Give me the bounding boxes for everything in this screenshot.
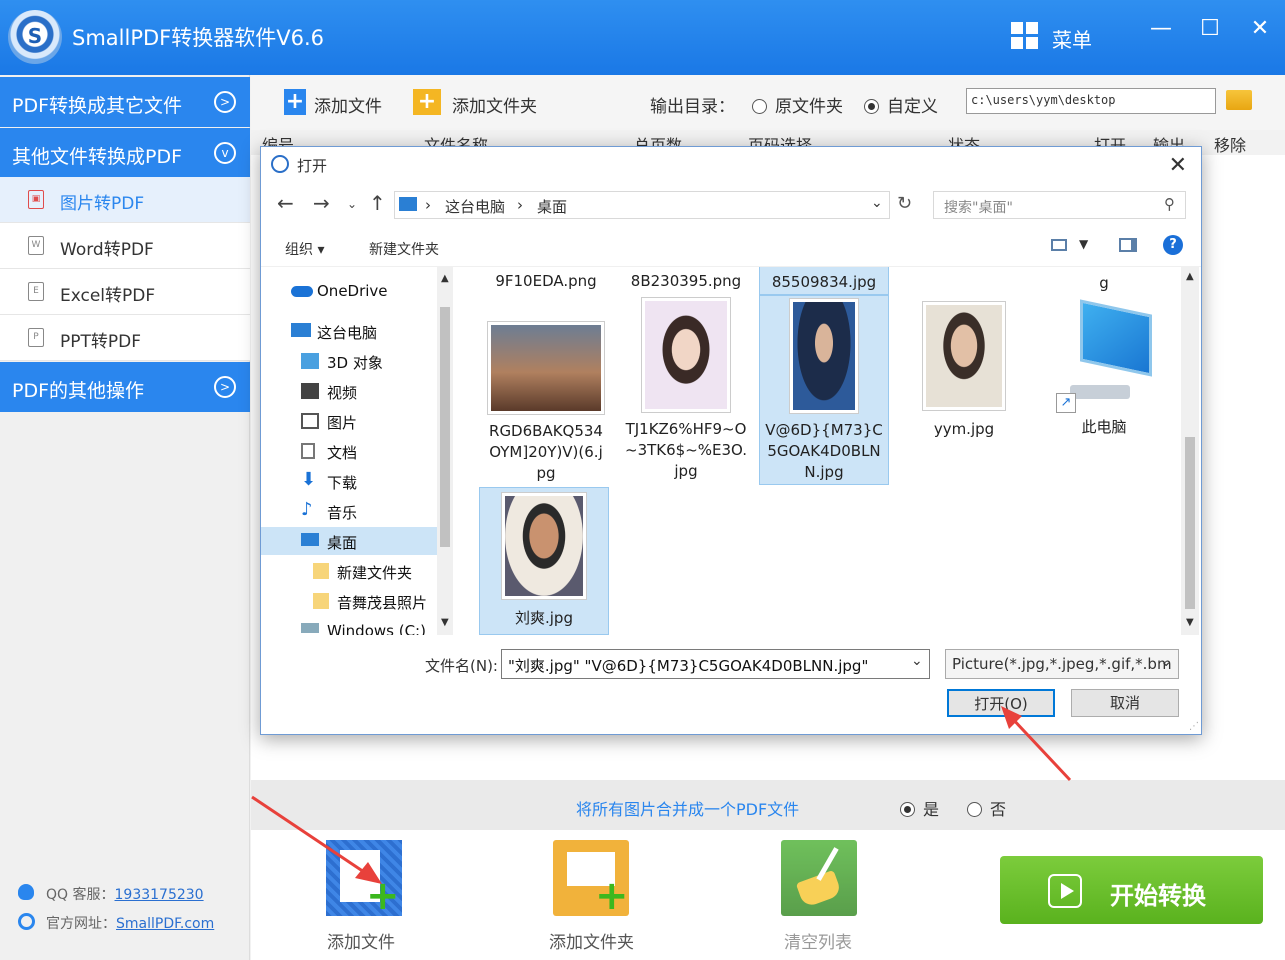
annotation-arrow-open [1001, 706, 1072, 782]
annotation-arrow-add-file [251, 795, 382, 884]
annotation-arrows [251, 706, 1072, 884]
